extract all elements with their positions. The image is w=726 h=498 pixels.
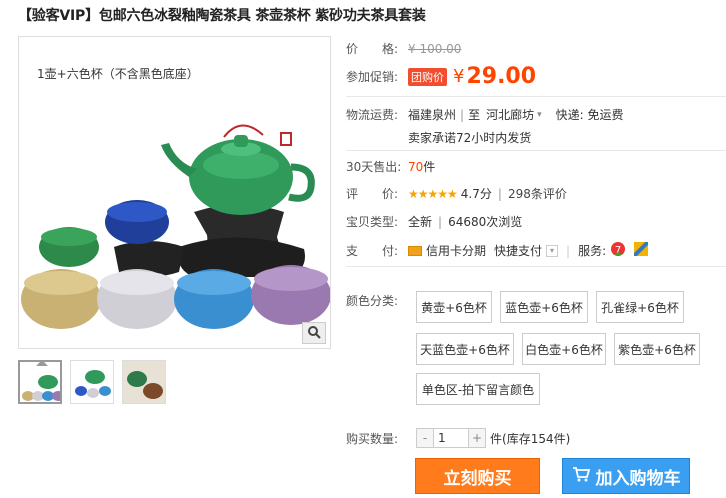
- buy-now-button[interactable]: 立刻购买: [415, 458, 540, 494]
- quick-pay-link[interactable]: 快捷支付: [494, 242, 542, 259]
- chevron-down-icon[interactable]: ▾: [546, 244, 559, 257]
- color-option[interactable]: 单色区-拍下留言颜色: [416, 373, 540, 405]
- payment-label: 支 付:: [346, 244, 399, 258]
- shipping-fee: 快递: 免运费: [555, 108, 624, 122]
- price-row: 价 格: ¥ 100.00: [346, 40, 461, 57]
- service-label: 服务:: [578, 244, 607, 258]
- color-option[interactable]: 黄壶+6色杯: [416, 291, 492, 323]
- original-price: ¥ 100.00: [408, 41, 462, 56]
- promo-badge: 团购价: [408, 67, 447, 86]
- reviews-link[interactable]: 298条评价: [508, 185, 567, 202]
- shipping-label: 物流运费:: [346, 108, 399, 122]
- thumbnail-2[interactable]: [70, 360, 114, 404]
- quantity-decrement-button[interactable]: -: [417, 429, 433, 447]
- color-option[interactable]: 白色壶+6色杯: [522, 333, 606, 365]
- type-separator: |: [438, 214, 443, 229]
- type-row: 宝贝类型: 全新 | 64680次浏览: [346, 213, 522, 230]
- type-label: 宝贝类型:: [346, 215, 399, 229]
- magnifier-icon: [307, 325, 321, 342]
- sales-unit: 件: [423, 160, 436, 174]
- quantity-increment-button[interactable]: +: [469, 429, 485, 447]
- colors-label-row: 颜色分类:: [346, 292, 408, 309]
- color-option[interactable]: 孔雀绿+6色杯: [596, 291, 684, 323]
- promo-currency: ¥: [453, 66, 465, 87]
- add-to-cart-label: 加入购物车: [595, 468, 681, 489]
- stock-count: (库存154件): [502, 431, 571, 446]
- rating-score: 4.7分: [460, 187, 492, 201]
- rating-separator: |: [497, 186, 502, 201]
- shipping-separator: |: [460, 107, 465, 122]
- promo-price: 29.00: [466, 64, 537, 89]
- seven-day-return-icon[interactable]: 7: [610, 241, 626, 260]
- rating-row: 评 价: ★★★★★ 4.7分 | 298条评价: [346, 185, 567, 202]
- shipping-promise: 卖家承诺72小时内发货: [408, 131, 532, 145]
- quantity-input[interactable]: [433, 429, 469, 447]
- chevron-down-icon[interactable]: ▾: [537, 110, 542, 120]
- rating-label: 评 价:: [346, 187, 399, 201]
- payment-separator: |: [566, 243, 571, 258]
- color-option[interactable]: 天蓝色壶+6色杯: [416, 333, 514, 365]
- item-condition: 全新: [408, 215, 433, 229]
- quantity-unit: 件: [490, 431, 503, 446]
- shipping-destination[interactable]: 河北廊坊: [486, 106, 534, 123]
- shipping-row: 物流运费: 福建泉州 | 至 河北廊坊 ▾ 快递: 免运费: [346, 106, 623, 123]
- shipping-from: 福建泉州: [408, 108, 457, 122]
- color-option[interactable]: 蓝色壶+6色杯: [500, 291, 588, 323]
- thumbnail-1[interactable]: [18, 360, 62, 404]
- divider: [346, 266, 726, 267]
- product-title: 【验客VIP】包邮六色冰裂釉陶瓷茶具 茶壶茶杯 紫砂功夫茶具套装: [18, 8, 426, 24]
- view-count: 64680次浏览: [448, 215, 523, 229]
- product-main-image[interactable]: 1壶+六色杯（不含黑色底座）: [18, 36, 331, 349]
- image-caption: 1壶+六色杯（不含黑色底座）: [37, 67, 199, 81]
- promo-label: 参加促销:: [346, 70, 399, 84]
- shipping-promise-row: 卖家承诺72小时内发货: [408, 129, 531, 146]
- zoom-button[interactable]: [302, 322, 326, 344]
- price-label: 价 格:: [346, 42, 399, 56]
- sales-count: 70: [408, 159, 424, 174]
- promo-row: 参加促销: 团购价 ¥ 29.00: [346, 64, 536, 89]
- payment-row: 支 付: 信用卡分期 快捷支付 ▾ | 服务: 7: [346, 240, 650, 260]
- color-option[interactable]: 紫色壶+6色杯: [614, 333, 700, 365]
- credit-card-icon: [408, 245, 422, 256]
- add-to-cart-button[interactable]: 加入购物车: [562, 458, 690, 494]
- divider: [346, 96, 726, 97]
- sales-row: 30天售出: 70 件: [346, 158, 435, 175]
- credit-installment-link[interactable]: 信用卡分期: [426, 242, 486, 259]
- quantity-row: 购买数量: - + 件 (库存154件): [346, 428, 570, 448]
- rating-stars-icon: ★★★★★: [408, 186, 458, 201]
- guarantee-icon[interactable]: [632, 240, 650, 259]
- sales-label: 30天售出:: [346, 160, 402, 174]
- thumbnail-list: [18, 360, 166, 404]
- quantity-label: 购买数量:: [346, 431, 399, 446]
- teaset-illustration: [21, 124, 330, 329]
- color-category-label: 颜色分类:: [346, 294, 399, 308]
- thumbnail-3[interactable]: [122, 360, 166, 404]
- quantity-stepper: - +: [416, 428, 486, 448]
- shipping-to-prefix: 至: [468, 108, 481, 122]
- divider: [346, 150, 726, 151]
- cart-icon: [572, 466, 590, 487]
